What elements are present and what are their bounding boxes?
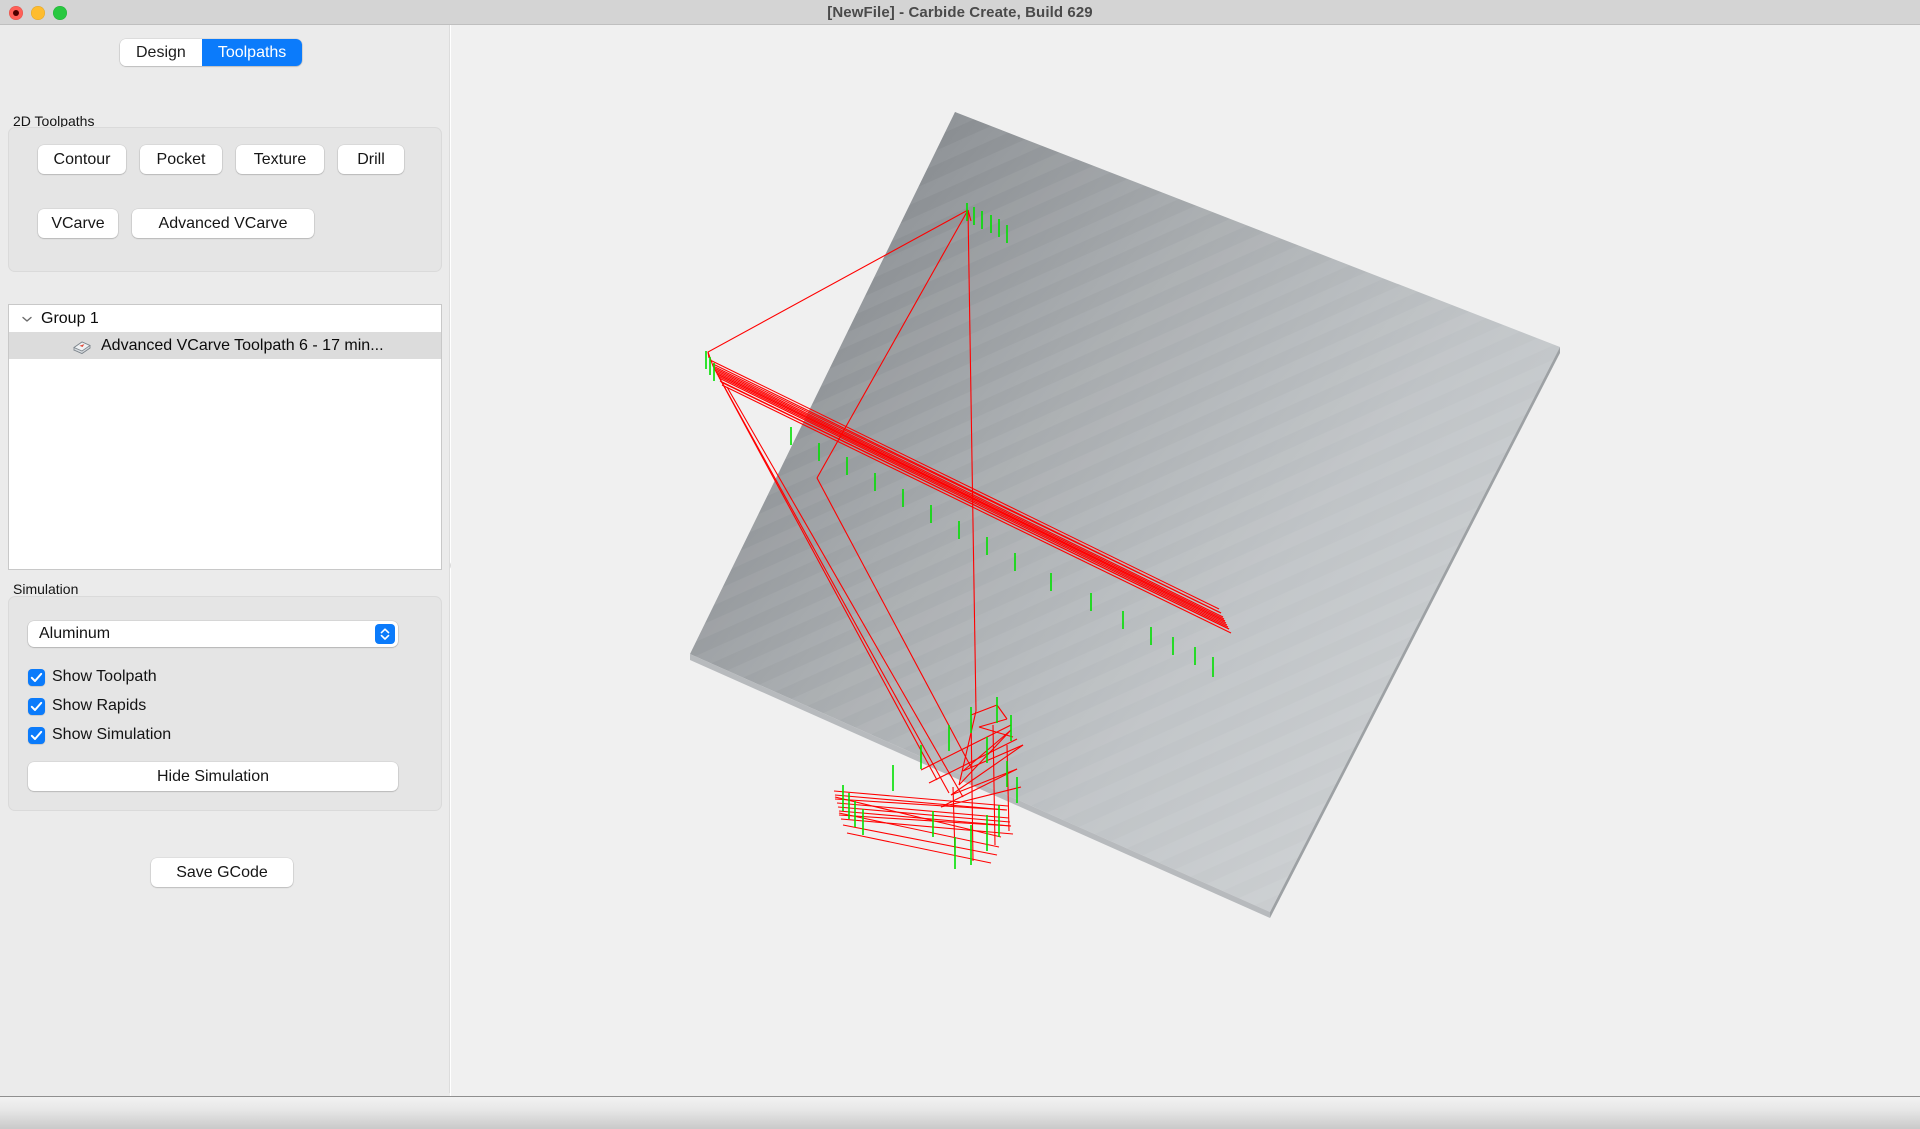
hide-simulation-button[interactable]: Hide Simulation [28,762,398,791]
chevron-updown-icon[interactable] [375,624,395,644]
texture-button[interactable]: Texture [236,145,324,174]
material-select-value: Aluminum [39,625,111,642]
save-gcode-button[interactable]: Save GCode [151,858,293,887]
section-label-simulation: Simulation [13,581,79,597]
show-simulation-checkbox[interactable] [28,726,45,744]
simulation-canvas[interactable] [451,25,1920,1096]
show-simulation-checkbox-row[interactable]: Show Simulation [28,726,171,744]
status-bar [0,1096,1920,1129]
show-toolpath-label: Show Toolpath [52,668,157,685]
chevron-down-icon[interactable] [19,311,35,327]
toolpath-list[interactable]: Group 1 Advanced VCarve Toolpath 6 - 17 … [8,304,442,570]
window-title: [NewFile] - Carbide Create, Build 629 [827,4,1093,21]
tab-design[interactable]: Design [120,39,202,66]
mode-tabs: Design Toolpaths [120,39,303,66]
toolpath-list-item[interactable]: Advanced VCarve Toolpath 6 - 17 min... [9,332,441,359]
vcarve-toolpath-icon [71,337,93,355]
toolpath-group-label: Group 1 [41,309,99,327]
3d-viewport[interactable] [451,25,1920,1096]
pocket-button[interactable]: Pocket [140,145,222,174]
toolpath-buttons-group: Contour Pocket Texture Drill VCarve Adva… [8,127,442,272]
toolpath-group-row[interactable]: Group 1 [9,305,441,332]
tab-toolpaths[interactable]: Toolpaths [201,39,303,66]
left-sidebar: Design Toolpaths 2D Toolpaths Contour Po… [0,25,450,1096]
show-rapids-checkbox[interactable] [28,697,45,715]
show-rapids-label: Show Rapids [52,697,147,714]
contour-button[interactable]: Contour [38,145,126,174]
title-bar: [NewFile] - Carbide Create, Build 629 [0,0,1920,25]
show-toolpath-checkbox[interactable] [28,668,45,686]
advanced-vcarve-button[interactable]: Advanced VCarve [132,209,314,238]
show-simulation-label: Show Simulation [52,726,172,743]
sidebar-background: Design Toolpaths 2D Toolpaths Contour Po… [0,25,450,1093]
show-toolpath-checkbox-row[interactable]: Show Toolpath [28,668,157,686]
show-rapids-checkbox-row[interactable]: Show Rapids [28,697,146,715]
vcarve-button[interactable]: VCarve [38,209,118,238]
toolpath-item-label: Advanced VCarve Toolpath 6 - 17 min... [101,336,384,354]
drill-button[interactable]: Drill [338,145,404,174]
material-select[interactable]: Aluminum [28,621,398,647]
